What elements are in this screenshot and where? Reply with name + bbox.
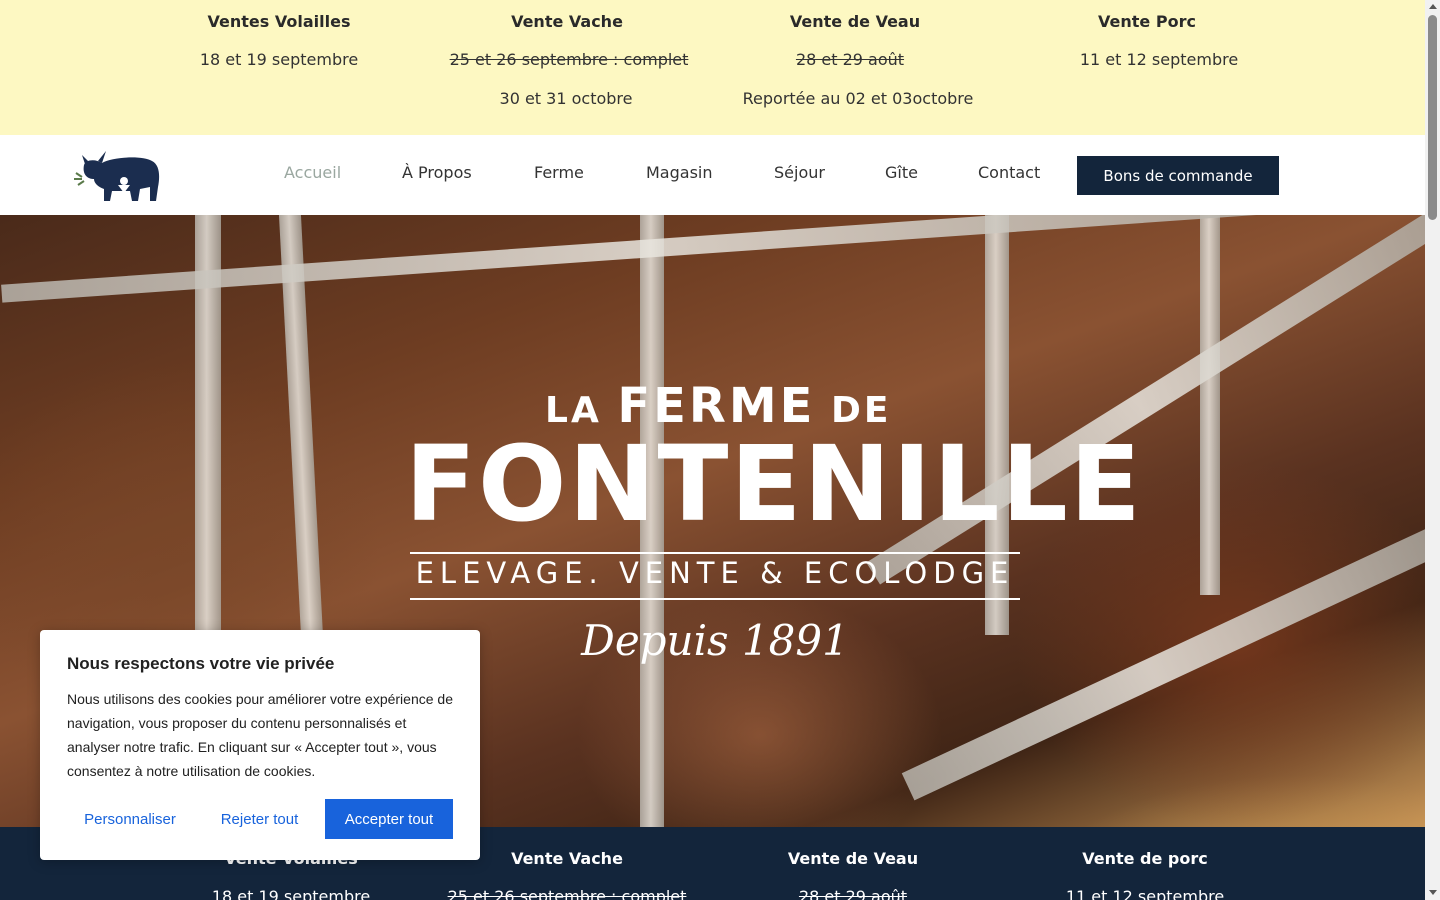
sales-date: 18 et 19 septembre [211,887,371,900]
order-forms-button[interactable]: Bons de commande [1077,156,1279,195]
announcement-title: Vente de Veau [789,12,921,31]
bull-logo-icon[interactable] [72,147,162,203]
announcement-date-struck: 25 et 26 septembre : complet [449,50,689,69]
announcement-date: 30 et 31 octobre [499,89,633,108]
hero-divider [410,552,1020,554]
cookie-consent-dialog: Nous respectons votre vie privée Nous ut… [40,630,480,860]
announcement-date: 11 et 12 septembre [1079,50,1239,69]
accept-all-button[interactable]: Accepter tout [325,799,453,839]
announcement-date: Reportée au 02 et 03octobre [742,89,974,108]
announcement-date-struck: 28 et 29 août [795,50,905,69]
scrollbar-thumb[interactable] [1428,15,1437,220]
announcement-bar: Ventes Volailles 18 et 19 septembre Vent… [0,0,1425,135]
sales-date-struck: 28 et 29 août [798,887,908,900]
nav-gite[interactable]: Gîte [885,163,918,182]
nav-a-propos[interactable]: À Propos [402,163,472,182]
cookie-title: Nous respectons votre vie privée [67,654,335,673]
hero-since: Depuis 1891 [581,616,849,665]
cookie-body: Nous utilisons des cookies pour améliore… [67,691,453,779]
nav-magasin[interactable]: Magasin [646,163,713,182]
hero-title: LA FERME DE FONTENILLE ELEVAGE. VENTE & … [405,370,1143,670]
reject-all-button[interactable]: Rejeter tout [205,799,314,839]
hero-title-main: FONTENILLE [405,423,1143,545]
announcement-title: Vente Vache [511,12,623,31]
page-scrollbar[interactable] [1425,0,1440,900]
scroll-up-arrow-icon[interactable] [1429,4,1437,9]
scroll-down-arrow-icon[interactable] [1429,890,1437,895]
sales-title: Vente de Veau [787,849,919,868]
main-navigation: Accueil À Propos Ferme Magasin Séjour Gî… [0,135,1425,215]
announcement-date: 18 et 19 septembre [199,50,359,69]
sales-title: Vente de porc [1082,849,1208,868]
hero-subtitle: ELEVAGE. VENTE & ECOLODGE [415,556,1015,590]
nav-contact[interactable]: Contact [978,163,1040,182]
nav-sejour[interactable]: Séjour [774,163,825,182]
announcement-title: Ventes Volailles [207,12,351,31]
fence-bar [1200,215,1220,595]
sales-date: 11 et 12 septembre [1065,887,1225,900]
customize-cookies-button[interactable]: Personnaliser [67,799,193,839]
nav-accueil[interactable]: Accueil [284,163,341,182]
hero-divider [410,598,1020,600]
announcement-title: Vente Porc [1098,12,1196,31]
nav-ferme[interactable]: Ferme [534,163,584,182]
sales-date-struck: 25 et 26 septembre : complet [447,887,687,900]
